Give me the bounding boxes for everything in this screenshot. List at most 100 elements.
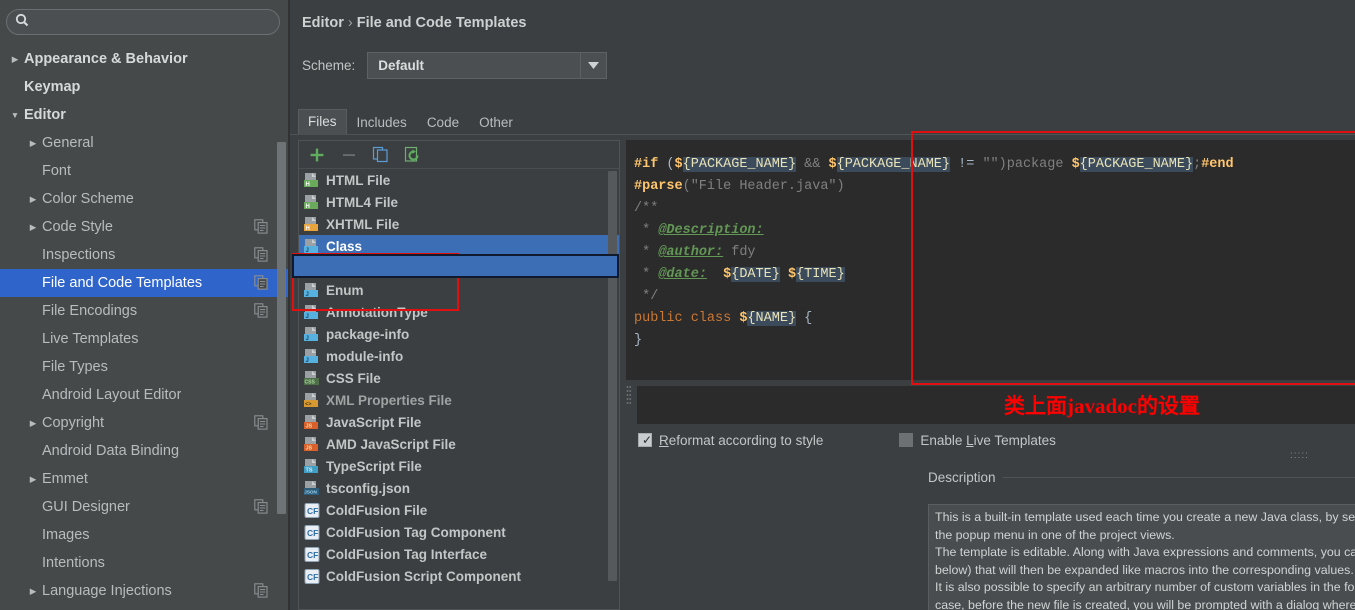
template-list-item[interactable]: CFColdFusion Tag Interface <box>299 543 619 565</box>
tab-includes[interactable]: Includes <box>347 110 417 135</box>
sidebar-item-images[interactable]: Images <box>0 521 290 549</box>
template-list-item[interactable]: JS AMD JavaScript File <box>299 433 619 455</box>
template-list-item[interactable]: CFColdFusion Script Component <box>299 565 619 587</box>
chevron-right-icon[interactable]: ▶ <box>24 223 42 232</box>
settings-sidebar: ▶Appearance & BehaviorKeymap▼Editor▶Gene… <box>0 0 290 610</box>
svg-text:J: J <box>306 313 309 319</box>
sidebar-item-live-templates[interactable]: Live Templates <box>0 325 290 353</box>
template-list-item[interactable]: JClass <box>299 235 619 257</box>
template-list-item[interactable]: TSTypeScript File <box>299 455 619 477</box>
live-templates-pre: Enable <box>920 433 966 448</box>
sidebar-item-label: Intentions <box>42 555 105 571</box>
search-input[interactable] <box>29 14 279 30</box>
tab-files[interactable]: Files <box>298 109 347 135</box>
search-box[interactable] <box>6 9 280 35</box>
sidebar-item-keymap[interactable]: Keymap <box>0 73 290 101</box>
template-list-item[interactable]: JAnnotationType <box>299 301 619 323</box>
sidebar-item-label: Android Layout Editor <box>42 387 181 403</box>
reset-icon[interactable] <box>403 145 422 164</box>
template-list-item-label: ColdFusion File <box>326 503 427 518</box>
sidebar-item-general[interactable]: ▶General <box>0 129 290 157</box>
template-list-item-label: HTML4 File <box>326 195 398 210</box>
live-templates-checkbox-label: Enable Live Templates <box>920 433 1056 448</box>
template-list-item[interactable]: CFColdFusion Tag Component <box>299 521 619 543</box>
resize-dots-icon: ::::: <box>1290 450 1309 461</box>
copy-settings-icon[interactable] <box>254 499 268 514</box>
sidebar-item-color-scheme[interactable]: ▶Color Scheme <box>0 185 290 213</box>
scheme-row: Scheme: Default <box>302 52 607 79</box>
sidebar-item-inspections[interactable]: Inspections <box>0 241 290 269</box>
copy-settings-icon[interactable] <box>254 275 268 290</box>
template-list-item[interactable]: CFColdFusion File <box>299 499 619 521</box>
add-icon[interactable] <box>307 145 326 164</box>
templates-list-scrollbar[interactable] <box>608 171 617 581</box>
sidebar-scrollbar-thumb[interactable] <box>277 142 286 514</box>
sidebar-item-file-and-code-templates[interactable]: File and Code Templates <box>0 269 290 297</box>
js-file-icon: JS <box>304 414 321 431</box>
checkbox-unchecked-icon[interactable] <box>899 433 913 447</box>
template-list-item[interactable]: JSONtsconfig.json <box>299 477 619 499</box>
svg-text:J: J <box>306 335 309 341</box>
settings-content: Editor›File and Code Templates Scheme: D… <box>290 0 1355 610</box>
chevron-down-icon[interactable] <box>580 53 606 78</box>
breadcrumb-parent[interactable]: Editor <box>302 15 344 31</box>
copy-settings-icon[interactable] <box>254 219 268 234</box>
svg-text:JSON: JSON <box>304 489 317 494</box>
scheme-label: Scheme: <box>302 58 355 73</box>
template-tabs: FilesIncludesCodeOther <box>298 108 523 135</box>
copy-icon[interactable] <box>371 145 390 164</box>
splitter-grip-icon <box>626 384 632 410</box>
sidebar-item-emmet[interactable]: ▶Emmet <box>0 465 290 493</box>
sidebar-item-language-injections[interactable]: ▶Language Injections <box>0 577 290 605</box>
sidebar-item-android-data-binding[interactable]: Android Data Binding <box>0 437 290 465</box>
sidebar-item-label: File and Code Templates <box>42 275 202 291</box>
chevron-right-icon[interactable]: ▶ <box>24 139 42 148</box>
template-list-item[interactable]: JEnum <box>299 279 619 301</box>
live-templates-checkbox[interactable]: Enable Live Templates <box>899 433 1056 448</box>
sidebar-item-appearance-behavior[interactable]: ▶Appearance & Behavior <box>0 45 290 73</box>
templates-list[interactable]: HHTML FileHHTML4 FileHXHTML FileJClassJI… <box>299 169 619 610</box>
description-legend: Description <box>928 470 1355 485</box>
scheme-dropdown[interactable]: Default <box>367 52 607 79</box>
sidebar-item-editor[interactable]: ▼Editor <box>0 101 290 129</box>
sidebar-item-intentions[interactable]: Intentions <box>0 549 290 577</box>
java-file-icon: J <box>304 238 321 255</box>
annotation-strip-background <box>637 386 1355 424</box>
copy-settings-icon[interactable] <box>254 415 268 430</box>
sidebar-item-android-layout-editor[interactable]: Android Layout Editor <box>0 381 290 409</box>
template-list-item[interactable]: Jpackage-info <box>299 323 619 345</box>
tab-other[interactable]: Other <box>469 110 523 135</box>
js-file-icon: JS <box>304 436 321 453</box>
chevron-right-icon[interactable]: ▶ <box>6 55 24 64</box>
chevron-right-icon[interactable]: ▶ <box>24 475 42 484</box>
sidebar-item-gui-designer[interactable]: GUI Designer <box>0 493 290 521</box>
coldfusion-icon: CF <box>304 546 321 563</box>
copy-settings-icon[interactable] <box>254 247 268 262</box>
template-list-item-label: HTML File <box>326 173 390 188</box>
template-list-item[interactable]: CSSCSS File <box>299 367 619 389</box>
checkbox-checked-icon[interactable]: ✓ <box>638 433 652 447</box>
sidebar-item-file-encodings[interactable]: File Encodings <box>0 297 290 325</box>
reformat-checkbox[interactable]: ✓ Reformat according to style <box>638 433 823 448</box>
copy-settings-icon[interactable] <box>254 583 268 598</box>
chevron-right-icon[interactable]: ▶ <box>24 195 42 204</box>
copy-settings-icon[interactable] <box>254 303 268 318</box>
sidebar-item-code-style[interactable]: ▶Code Style <box>0 213 290 241</box>
java-file-icon: J <box>304 304 321 321</box>
chevron-down-icon[interactable]: ▼ <box>6 111 24 120</box>
sidebar-item-font[interactable]: Font <box>0 157 290 185</box>
template-list-item[interactable]: Jmodule-info <box>299 345 619 367</box>
breadcrumb: Editor›File and Code Templates <box>302 15 526 31</box>
template-list-item[interactable]: JSJavaScript File <box>299 411 619 433</box>
chevron-right-icon[interactable]: ▶ <box>24 419 42 428</box>
template-list-item[interactable]: HHTML File <box>299 169 619 191</box>
template-list-item[interactable]: <>XML Properties File <box>299 389 619 411</box>
chevron-right-icon[interactable]: ▶ <box>24 587 42 596</box>
tab-code[interactable]: Code <box>417 110 469 135</box>
template-list-item[interactable]: HHTML4 File <box>299 191 619 213</box>
template-list-item-label: AMD JavaScript File <box>326 437 456 452</box>
template-code-editor[interactable]: #if (${PACKAGE_NAME} && ${PACKAGE_NAME} … <box>626 140 1355 380</box>
sidebar-item-copyright[interactable]: ▶Copyright <box>0 409 290 437</box>
template-list-item[interactable]: HXHTML File <box>299 213 619 235</box>
sidebar-item-file-types[interactable]: File Types <box>0 353 290 381</box>
